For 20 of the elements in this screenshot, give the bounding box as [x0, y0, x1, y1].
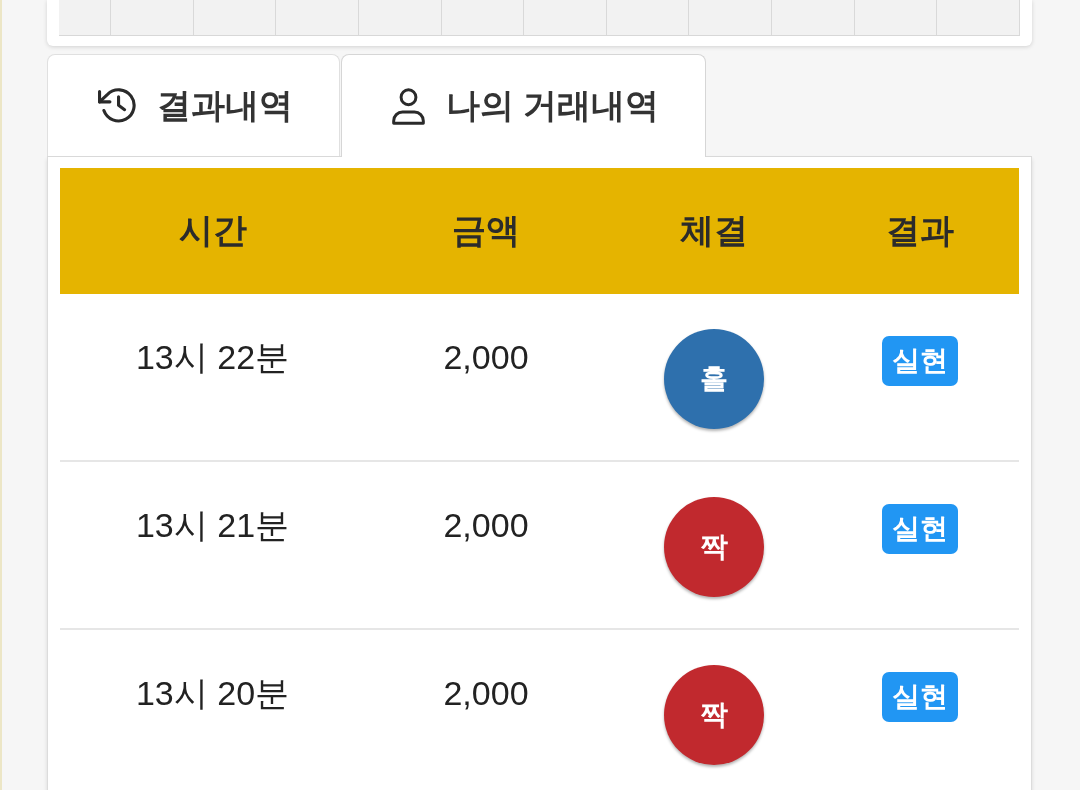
tab[interactable]: 나의 거래내역: [341, 54, 707, 157]
user-icon: [392, 87, 425, 125]
table-cell: 13시 20분: [135, 674, 290, 712]
pick-ball: 홀: [664, 329, 764, 429]
table-cell: 2,000: [443, 674, 529, 712]
column-header: 체결: [680, 211, 748, 249]
result-badge: 실현: [882, 504, 958, 554]
table-cell: 2,000: [443, 506, 529, 544]
column-header: 결과: [886, 211, 954, 249]
table-cell: 2,000: [443, 338, 529, 376]
table-cell: 13시 21분: [135, 506, 290, 544]
result-badge: 실현: [882, 672, 958, 722]
table-cell: 13시 22분: [135, 338, 290, 376]
tab[interactable]: 결과내역: [47, 54, 340, 156]
result-badge: 실현: [882, 336, 958, 386]
pick-ball: 짝: [664, 665, 764, 765]
pick-ball: 짝: [664, 497, 764, 597]
history-icon: [98, 88, 136, 123]
column-header: 금액: [452, 211, 520, 249]
column-header: 시간: [178, 211, 247, 249]
